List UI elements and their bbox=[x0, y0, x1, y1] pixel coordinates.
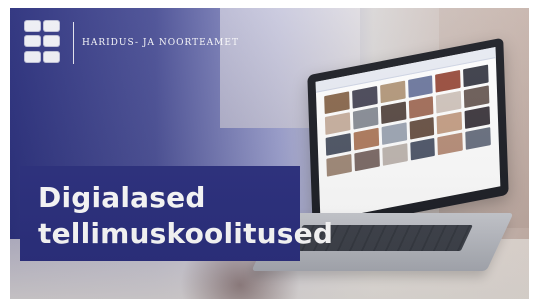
photo-thumbnail bbox=[463, 64, 489, 88]
lion-icon bbox=[43, 20, 60, 32]
photo-thumbnail bbox=[409, 116, 435, 140]
photo-thumbnail bbox=[435, 69, 461, 93]
photo-thumbnail bbox=[408, 96, 434, 119]
photo-thumbnail bbox=[464, 106, 491, 129]
photo-thumbnail bbox=[436, 111, 463, 135]
lion-icon bbox=[24, 20, 41, 32]
photo-thumbnail bbox=[325, 133, 352, 156]
photo-thumbnail bbox=[324, 91, 350, 115]
logo-row bbox=[24, 35, 62, 48]
title-line-1: Digialased bbox=[38, 181, 206, 214]
banner: Haridus- ja Noorteamet Digialased tellim… bbox=[10, 8, 529, 299]
photo-thumbnail bbox=[465, 127, 491, 150]
lion-icon bbox=[43, 50, 60, 63]
photo-thumbnail bbox=[407, 75, 434, 98]
photo-thumbnail bbox=[436, 90, 462, 114]
lion-icon bbox=[24, 50, 41, 63]
photo-thumbnail bbox=[463, 85, 490, 109]
photo-thumbnail bbox=[381, 143, 408, 166]
photo-thumbnail bbox=[353, 127, 379, 151]
title-banner: Digialased tellimuskoolitused bbox=[20, 166, 333, 261]
photo-thumbnail bbox=[351, 86, 378, 109]
estonia-coat-of-arms-icon bbox=[24, 20, 62, 64]
title-line-2: tellimuskoolitused bbox=[38, 217, 334, 250]
photo-thumbnail bbox=[437, 132, 464, 156]
logo-row bbox=[24, 50, 62, 64]
photo-grid bbox=[324, 64, 492, 211]
lion-icon bbox=[24, 35, 41, 48]
photo-thumbnail bbox=[379, 80, 406, 104]
lion-icon bbox=[43, 35, 60, 48]
photo-thumbnail bbox=[380, 101, 406, 125]
photo-thumbnail bbox=[324, 112, 351, 135]
logo-row bbox=[24, 20, 62, 33]
laptop-screen-content bbox=[315, 47, 501, 221]
organization-name: Haridus- ja Noorteamet bbox=[82, 38, 239, 48]
photo-thumbnail bbox=[409, 137, 436, 161]
photo-thumbnail bbox=[354, 148, 380, 172]
logo-divider bbox=[73, 22, 74, 64]
photo-thumbnail bbox=[381, 122, 407, 146]
photo-thumbnail bbox=[352, 106, 379, 130]
photo-thumbnail bbox=[326, 153, 352, 177]
